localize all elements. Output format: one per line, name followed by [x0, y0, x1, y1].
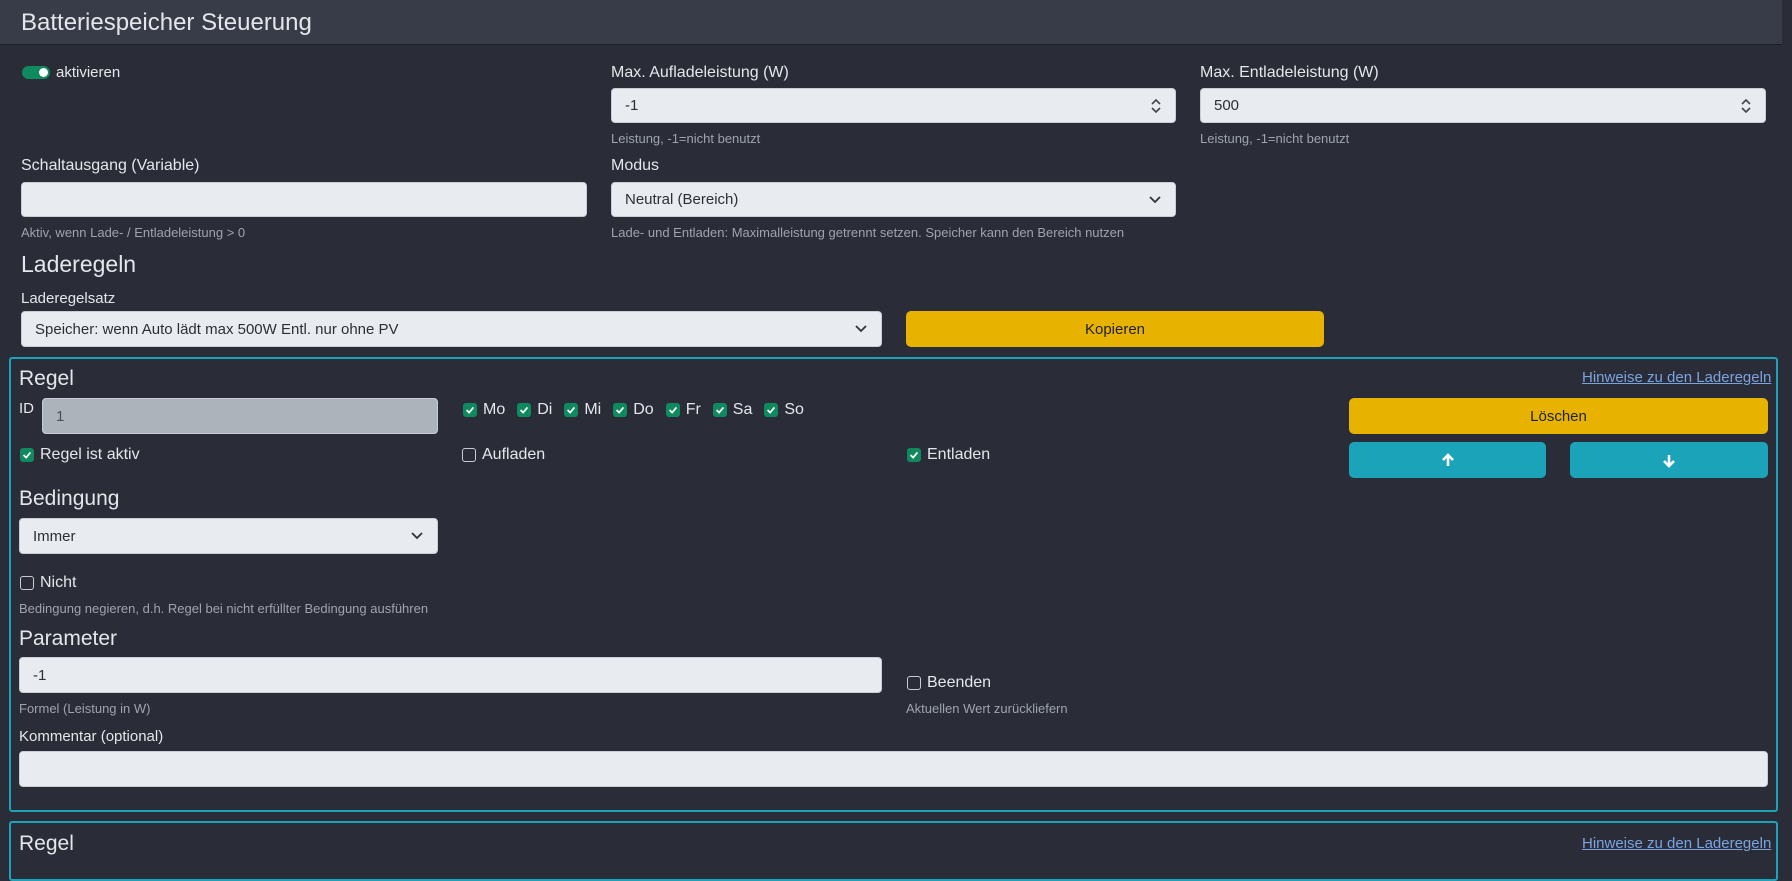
day-label: Mi — [584, 401, 602, 418]
checkbox-checked-icon[interactable] — [712, 403, 727, 417]
chevron-down-icon — [855, 325, 867, 333]
page-header: Batteriespeicher Steuerung — [0, 0, 1782, 45]
checkbox-checked-icon[interactable] — [517, 403, 532, 417]
switch-output-label: Schaltausgang (Variable) — [21, 157, 200, 174]
day-checkbox-mo[interactable]: Mo — [463, 401, 505, 419]
day-checkbox-so[interactable]: So — [764, 401, 804, 419]
comment-input[interactable] — [19, 751, 1768, 787]
condition-title: Bedingung — [19, 487, 120, 510]
mode-value: Neutral (Bereich) — [625, 191, 739, 208]
condition-select[interactable]: Immer — [19, 518, 438, 554]
max-discharge-input[interactable]: 500 — [1200, 88, 1766, 123]
not-help: Bedingung negieren, d.h. Regel bei nicht… — [19, 601, 429, 616]
delete-button[interactable]: Löschen — [1349, 398, 1768, 434]
rule-title: Regel — [19, 367, 74, 390]
day-checkbox-di[interactable]: Di — [517, 401, 552, 419]
rule-id-value: 1 — [56, 407, 65, 425]
page-title: Batteriespeicher Steuerung — [21, 9, 312, 36]
move-down-button[interactable] — [1570, 442, 1768, 478]
day-label: So — [784, 401, 804, 418]
day-label: Mo — [483, 401, 506, 418]
discharge-label: Entladen — [927, 446, 991, 463]
max-discharge-value: 500 — [1214, 97, 1240, 114]
activate-toggle-row[interactable]: aktivieren — [22, 64, 120, 81]
checkbox-checked-icon[interactable] — [613, 403, 628, 417]
move-up-button[interactable] — [1349, 442, 1546, 478]
charge-label: Aufladen — [482, 446, 546, 463]
condition-value: Immer — [33, 527, 76, 545]
parameter-title: Parameter — [19, 627, 118, 650]
day-label: Sa — [732, 401, 753, 418]
ruleset-label: Laderegelsatz — [21, 290, 116, 307]
comment-label: Kommentar (optional) — [19, 728, 164, 745]
activate-label: aktivieren — [56, 64, 121, 81]
max-charge-value: -1 — [625, 97, 639, 114]
rule-2-title: Regel — [19, 832, 74, 855]
mode-label: Modus — [611, 157, 660, 174]
checkbox-checked-icon[interactable] — [463, 403, 477, 417]
not-label: Nicht — [40, 574, 77, 591]
discharge-checkbox[interactable]: Entladen — [907, 446, 990, 464]
up-down-arrows-icon[interactable] — [1741, 98, 1751, 114]
max-discharge-label: Max. Entladeleistung (W) — [1200, 64, 1379, 81]
rule-2-hint-link[interactable]: Hinweise zu den Laderegeln — [1582, 835, 1771, 852]
rule-hint-link[interactable]: Hinweise zu den Laderegeln — [1582, 369, 1771, 386]
mode-select[interactable]: Neutral (Bereich) — [611, 182, 1176, 217]
rule-active-checkbox[interactable]: Regel ist aktiv — [20, 446, 140, 464]
arrow-down-icon — [1663, 454, 1675, 468]
rule-id-label: ID — [19, 400, 34, 417]
ruleset-value: Speicher: wenn Auto lädt max 500W Entl. … — [35, 320, 399, 338]
activate-toggle[interactable] — [22, 66, 50, 79]
checkbox-checked-icon[interactable] — [20, 448, 34, 462]
checkbox-unchecked-icon[interactable] — [20, 576, 34, 590]
max-charge-input[interactable]: -1 — [611, 88, 1176, 123]
toggle-knob — [39, 68, 48, 77]
day-label: Fr — [685, 401, 701, 418]
max-discharge-help: Leistung, -1=nicht benutzt — [1200, 131, 1350, 146]
day-checkbox-fr[interactable]: Fr — [665, 401, 701, 419]
ruleset-select[interactable]: Speicher: wenn Auto lädt max 500W Entl. … — [21, 311, 882, 347]
day-label: Di — [537, 401, 553, 418]
max-charge-label: Max. Aufladeleistung (W) — [611, 64, 789, 81]
switch-output-help: Aktiv, wenn Lade- / Entladeleistung > 0 — [21, 225, 246, 240]
day-checkbox-sa[interactable]: Sa — [712, 401, 753, 419]
day-checkbox-mi[interactable]: Mi — [564, 401, 601, 419]
switch-output-input[interactable] — [21, 182, 587, 217]
max-charge-help: Leistung, -1=nicht benutzt — [611, 131, 761, 146]
checkbox-checked-icon[interactable] — [764, 403, 779, 417]
chevron-down-icon — [411, 532, 423, 540]
parameter-value: -1 — [33, 666, 47, 684]
rule-panel-2 — [9, 821, 1778, 881]
copy-button[interactable]: Kopieren — [906, 311, 1324, 347]
checkbox-unchecked-icon[interactable] — [907, 676, 921, 690]
chevron-down-icon — [1149, 195, 1161, 203]
checkbox-checked-icon[interactable] — [665, 403, 680, 417]
weekday-checkboxes: Mo Di Mi Do Fr Sa So — [463, 401, 804, 419]
day-checkbox-do[interactable]: Do — [613, 401, 654, 419]
up-down-arrows-icon[interactable] — [1151, 98, 1161, 114]
end-help: Aktuellen Wert zurückliefern — [906, 701, 1068, 716]
parameter-help: Formel (Leistung in W) — [19, 701, 151, 716]
mode-help: Lade- und Entladen: Maximalleistung getr… — [611, 225, 1125, 240]
checkbox-checked-icon[interactable] — [564, 403, 579, 417]
charge-checkbox[interactable]: Aufladen — [462, 446, 545, 464]
end-checkbox[interactable]: Beenden — [907, 674, 991, 692]
scrollbar-track[interactable] — [1782, 0, 1792, 861]
rule-id-input[interactable]: 1 — [42, 398, 438, 434]
arrow-up-icon — [1441, 452, 1454, 466]
rules-title: Laderegeln — [21, 251, 137, 277]
end-label: Beenden — [927, 674, 992, 691]
day-label: Do — [633, 401, 654, 418]
checkbox-checked-icon[interactable] — [907, 448, 921, 462]
parameter-input[interactable]: -1 — [19, 657, 882, 693]
checkbox-unchecked-icon[interactable] — [462, 448, 476, 462]
rule-active-label: Regel ist aktiv — [40, 446, 140, 463]
not-checkbox[interactable]: Nicht — [20, 574, 76, 592]
